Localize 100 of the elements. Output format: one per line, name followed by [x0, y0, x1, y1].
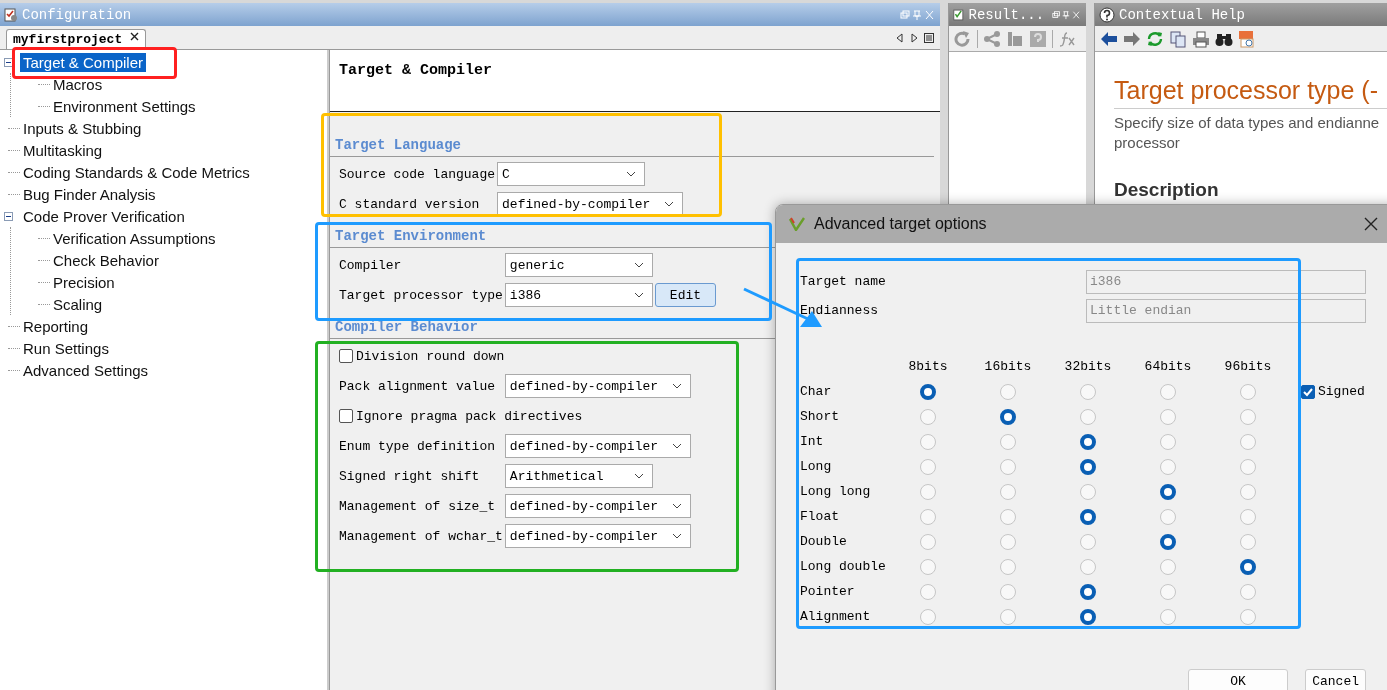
radio-button[interactable]: [920, 558, 936, 575]
window-controls-icon[interactable]: [900, 9, 934, 20]
radio-button[interactable]: [1160, 483, 1176, 500]
help-icon[interactable]: [1029, 29, 1047, 48]
checkbox[interactable]: [1301, 384, 1315, 399]
tree-item[interactable]: Target & Compiler: [20, 52, 147, 72]
radio-button[interactable]: [1240, 508, 1256, 525]
close-icon[interactable]: [130, 32, 140, 41]
tree-item[interactable]: Scaling: [50, 294, 106, 314]
tree-item[interactable]: Code Prover Verification: [20, 206, 188, 226]
radio-button[interactable]: [1240, 483, 1256, 500]
dropdown[interactable]: i386: [504, 283, 653, 307]
tree-item[interactable]: Environment Settings: [50, 96, 199, 116]
radio-button[interactable]: [1240, 408, 1256, 425]
radio-button[interactable]: [1000, 583, 1016, 600]
dropdown[interactable]: defined-by-compiler: [497, 192, 684, 216]
radio-button[interactable]: [920, 458, 936, 475]
radio-button[interactable]: [1080, 433, 1096, 450]
dropdown[interactable]: generic: [504, 253, 653, 277]
radio-button[interactable]: [1000, 558, 1016, 575]
radio-button[interactable]: [1000, 458, 1016, 475]
tab-scroll-left-icon[interactable]: [896, 33, 904, 43]
share-icon[interactable]: [983, 29, 1001, 48]
tab-scroll-right-icon[interactable]: [910, 33, 918, 43]
checkbox-label: Signed: [1318, 384, 1365, 399]
radio-button[interactable]: [1080, 483, 1096, 500]
tree-item[interactable]: Check Behavior: [50, 250, 162, 270]
radio-button[interactable]: [1240, 458, 1256, 475]
radio-button[interactable]: [1000, 608, 1016, 625]
tree-item[interactable]: Coding Standards & Code Metrics: [20, 162, 253, 182]
dropdown[interactable]: C: [497, 162, 646, 186]
tree-item[interactable]: Multitasking: [20, 140, 106, 160]
radio-button[interactable]: [1000, 533, 1016, 550]
edit-button[interactable]: Edit: [654, 283, 717, 307]
tree-item[interactable]: Verification Assumptions: [50, 228, 219, 248]
radio-button[interactable]: [1000, 383, 1016, 400]
close-icon[interactable]: [1364, 217, 1378, 231]
radio-button[interactable]: [1080, 558, 1096, 575]
dropdown[interactable]: Arithmetical: [504, 464, 653, 488]
back-arrow-icon[interactable]: [1100, 30, 1118, 47]
xml-document-icon[interactable]: [1238, 29, 1256, 48]
radio-button[interactable]: [1160, 583, 1176, 600]
redo-icon[interactable]: [954, 29, 972, 48]
radio-button[interactable]: [1080, 608, 1096, 625]
radio-button[interactable]: [1080, 508, 1096, 525]
radio-button[interactable]: [920, 533, 936, 550]
radio-button[interactable]: [1160, 433, 1176, 450]
checkbox[interactable]: [339, 349, 353, 363]
function-icon[interactable]: [1058, 29, 1076, 48]
radio-button[interactable]: [1240, 608, 1256, 625]
project-tab[interactable]: myfirstproject: [6, 29, 147, 49]
radio-button[interactable]: [920, 408, 936, 425]
radio-button[interactable]: [1000, 508, 1016, 525]
radio-button[interactable]: [920, 433, 936, 450]
radio-button[interactable]: [1080, 383, 1096, 400]
radio-button[interactable]: [920, 608, 936, 625]
radio-button[interactable]: [920, 383, 936, 400]
tree-item[interactable]: Run Settings: [20, 338, 112, 358]
radio-button[interactable]: [1240, 533, 1256, 550]
forward-arrow-icon[interactable]: [1123, 30, 1141, 47]
dropdown[interactable]: defined-by-compiler: [504, 434, 692, 458]
tree-item[interactable]: Reporting: [20, 316, 92, 336]
tree-item[interactable]: Inputs & Stubbing: [20, 118, 145, 138]
cancel-button[interactable]: Cancel: [1305, 669, 1366, 690]
tree-item[interactable]: Macros: [50, 74, 106, 94]
radio-button[interactable]: [1000, 408, 1016, 425]
radio-button[interactable]: [1160, 533, 1176, 550]
dropdown[interactable]: defined-by-compiler: [504, 524, 692, 548]
radio-button[interactable]: [1160, 508, 1176, 525]
radio-button[interactable]: [1080, 583, 1096, 600]
field-label: Compiler: [339, 257, 403, 273]
checkbox[interactable]: [339, 409, 353, 423]
copy-icon[interactable]: [1169, 29, 1187, 48]
radio-button[interactable]: [1160, 408, 1176, 425]
dropdown[interactable]: defined-by-compiler: [504, 374, 692, 398]
radio-button[interactable]: [1000, 483, 1016, 500]
tree-item[interactable]: Precision: [50, 272, 118, 292]
dropdown[interactable]: defined-by-compiler: [504, 494, 692, 518]
radio-button[interactable]: [920, 508, 936, 525]
radio-button[interactable]: [1080, 533, 1096, 550]
radio-button[interactable]: [1160, 383, 1176, 400]
radio-button[interactable]: [920, 483, 936, 500]
radio-button[interactable]: [920, 583, 936, 600]
radio-button[interactable]: [1240, 583, 1256, 600]
type-label: Long: [800, 459, 833, 474]
radio-button[interactable]: [1080, 458, 1096, 475]
tree-item[interactable]: Advanced Settings: [20, 360, 152, 380]
radio-button[interactable]: [1000, 433, 1016, 450]
tree-item[interactable]: Bug Finder Analysis: [20, 184, 159, 204]
ok-button[interactable]: OK: [1188, 669, 1289, 690]
radio-button[interactable]: [1160, 608, 1176, 625]
radio-button[interactable]: [1240, 433, 1256, 450]
radio-button[interactable]: [1160, 558, 1176, 575]
radio-button[interactable]: [1240, 558, 1256, 575]
radio-button[interactable]: [1080, 408, 1096, 425]
radio-button[interactable]: [1160, 458, 1176, 475]
radio-button[interactable]: [1240, 383, 1256, 400]
printer-icon[interactable]: [1192, 29, 1210, 48]
refresh-icon[interactable]: [1146, 29, 1164, 48]
window-controls-icon[interactable]: [1052, 9, 1080, 20]
